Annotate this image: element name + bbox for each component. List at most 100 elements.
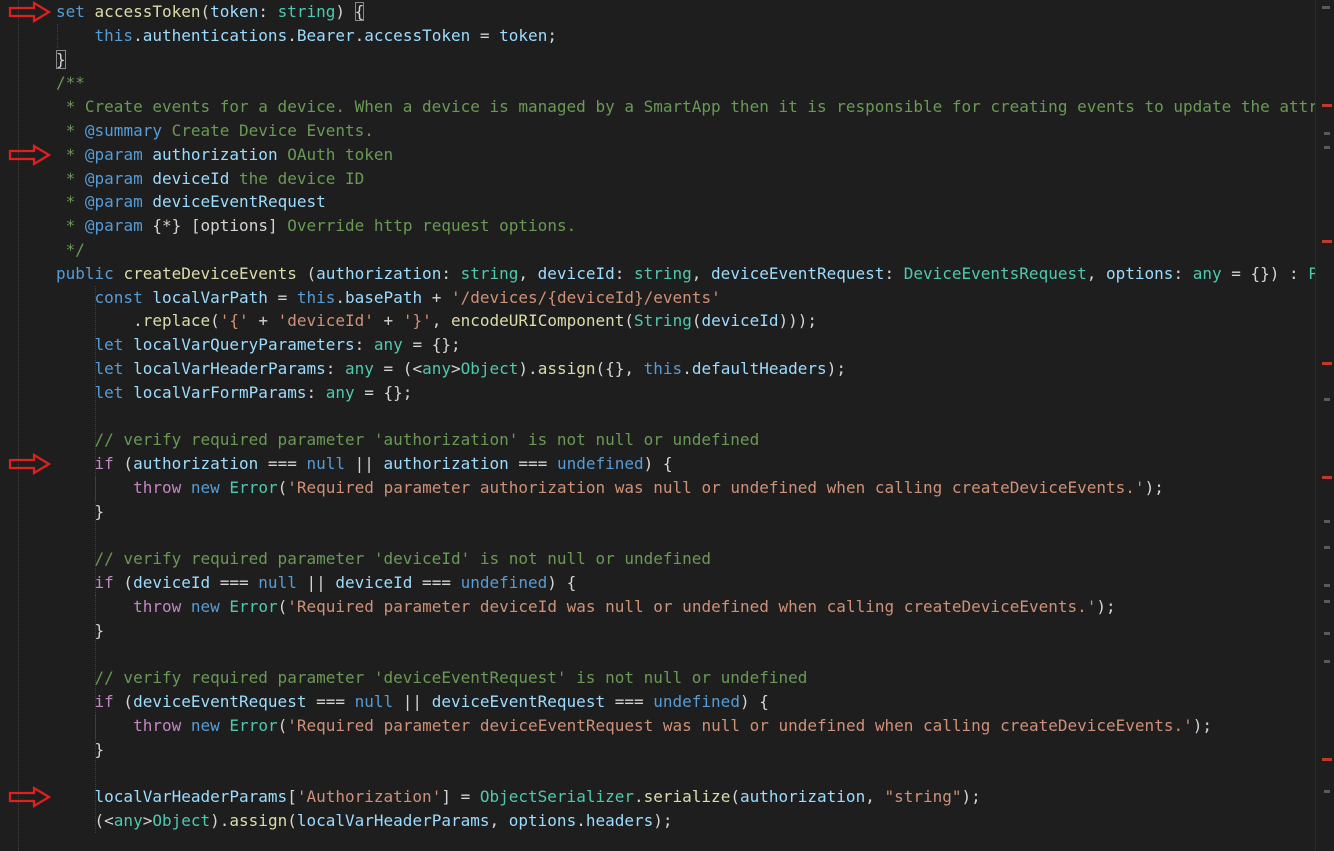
code-line[interactable]: throw new Error('Required parameter devi… bbox=[56, 595, 1116, 618]
code-token: ( bbox=[277, 478, 288, 497]
code-token: Create Device Events. bbox=[161, 121, 374, 140]
code-line[interactable]: throw new Error('Required parameter devi… bbox=[56, 714, 1212, 737]
overview-ruler-mark bbox=[1324, 146, 1330, 149]
code-token: ObjectSerializer bbox=[479, 787, 634, 807]
code-line[interactable]: let localVarHeaderParams: any = (<any>Ob… bbox=[56, 357, 846, 380]
code-token: deviceId bbox=[335, 573, 413, 593]
code-token: @param bbox=[84, 216, 143, 236]
code-line[interactable]: if (deviceEventRequest === null || devic… bbox=[56, 690, 769, 713]
red-arrow-icon bbox=[8, 453, 52, 476]
code-token: string bbox=[277, 2, 336, 21]
code-token: options bbox=[508, 811, 577, 831]
code-token: deviceId bbox=[701, 311, 779, 331]
code-token: . bbox=[335, 287, 346, 307]
code-line[interactable]: * @param deviceId the device ID bbox=[56, 167, 365, 190]
code-line[interactable]: public createDeviceEvents (authorization… bbox=[56, 262, 1316, 285]
code-token: localVarHeaderParams bbox=[296, 811, 490, 831]
overview-ruler-mark bbox=[1324, 790, 1330, 793]
code-line[interactable]: } bbox=[56, 619, 105, 642]
code-token: localVarPath bbox=[152, 287, 268, 307]
code-line[interactable]: /** bbox=[56, 71, 85, 94]
code-token: ); bbox=[1096, 597, 1116, 616]
code-editor[interactable]: set accessToken(token: string) { this.au… bbox=[0, 0, 1334, 851]
code-token: any bbox=[373, 335, 403, 355]
code-token: , bbox=[691, 263, 712, 283]
code-token: ); bbox=[961, 787, 981, 807]
code-token: || bbox=[393, 692, 432, 712]
code-line[interactable]: // verify required parameter 'authorizat… bbox=[56, 428, 760, 451]
code-token: ( bbox=[113, 454, 134, 474]
code-token: "string" bbox=[884, 787, 962, 807]
code-token: Error bbox=[229, 716, 278, 735]
code-token: undefined bbox=[653, 692, 740, 712]
code-token: string bbox=[633, 263, 692, 283]
code-token: any bbox=[345, 359, 374, 378]
code-line[interactable]: * Create events for a device. When a dev… bbox=[56, 95, 1316, 118]
code-token: 'Authorization' bbox=[296, 787, 442, 807]
code-line[interactable]: let localVarFormParams: any = {}; bbox=[56, 381, 413, 404]
code-token: + bbox=[373, 311, 403, 331]
code-line[interactable]: (<any>Object).assign(localVarHeaderParam… bbox=[56, 809, 673, 832]
code-line[interactable]: } bbox=[56, 48, 66, 71]
code-token: @param bbox=[84, 144, 143, 164]
code-token: defaultHeaders bbox=[691, 359, 827, 378]
code-line[interactable]: let localVarQueryParameters: any = {}; bbox=[56, 333, 461, 356]
code-token: ); bbox=[653, 811, 673, 831]
code-token: authorization bbox=[152, 144, 278, 164]
code-token: assign bbox=[537, 359, 596, 378]
code-line[interactable]: localVarHeaderParams['Authorization'] = … bbox=[56, 785, 981, 808]
code-line[interactable]: // verify required parameter 'deviceEven… bbox=[56, 666, 808, 689]
code-token: === bbox=[306, 692, 355, 712]
code-token: || bbox=[296, 573, 336, 593]
code-line[interactable]: * @summary Create Device Events. bbox=[56, 119, 374, 142]
code-token: = bbox=[267, 287, 297, 307]
code-area[interactable]: set accessToken(token: string) { this.au… bbox=[56, 0, 1316, 851]
code-token: > bbox=[142, 811, 153, 831]
code-line[interactable]: .replace('{' + 'deviceId' + '}', encodeU… bbox=[56, 309, 817, 332]
code-token: , bbox=[431, 311, 451, 331]
code-line[interactable]: * @param {*} [options] Override http req… bbox=[56, 214, 577, 237]
code-line[interactable]: throw new Error('Required parameter auth… bbox=[56, 476, 1164, 499]
code-token: : bbox=[354, 335, 374, 355]
code-token: ( bbox=[113, 573, 134, 593]
code-token: (< bbox=[56, 811, 114, 831]
red-arrow-icon bbox=[8, 786, 52, 809]
code-token: 'Required parameter deviceId was null or… bbox=[287, 597, 1097, 616]
code-line[interactable]: const localVarPath = this.basePath + '/d… bbox=[56, 286, 721, 309]
code-line[interactable]: * @param authorization OAuth token bbox=[56, 143, 394, 166]
code-line[interactable]: if (authorization === null || authorizat… bbox=[56, 452, 673, 475]
code-token: ; bbox=[547, 25, 557, 45]
code-token: ] = bbox=[441, 787, 480, 807]
code-token: set bbox=[56, 2, 85, 21]
code-token: undefined bbox=[556, 454, 644, 474]
code-token: ( bbox=[287, 811, 297, 831]
code-line[interactable]: // verify required parameter 'deviceId' … bbox=[56, 547, 712, 570]
code-line[interactable]: this.authentications.Bearer.accessToken … bbox=[56, 24, 557, 47]
code-token: serialize bbox=[643, 787, 731, 807]
overview-ruler-mark bbox=[1322, 6, 1330, 9]
code-token: . bbox=[287, 25, 297, 45]
code-token: { bbox=[354, 2, 365, 21]
code-line[interactable]: * @param deviceEventRequest bbox=[56, 190, 326, 213]
code-token: token bbox=[210, 2, 259, 21]
code-token: ); bbox=[826, 359, 846, 378]
vertical-scrollbar[interactable] bbox=[1315, 0, 1334, 851]
code-token: new bbox=[190, 478, 220, 497]
code-token: > bbox=[450, 359, 461, 378]
code-line[interactable]: } bbox=[56, 500, 105, 523]
code-line[interactable]: } bbox=[56, 738, 105, 761]
code-line[interactable]: if (deviceId === null || deviceId === un… bbox=[56, 571, 577, 594]
code-line[interactable]: set accessToken(token: string) { bbox=[56, 0, 365, 23]
code-line[interactable]: */ bbox=[56, 238, 85, 261]
code-token: */ bbox=[56, 240, 85, 259]
